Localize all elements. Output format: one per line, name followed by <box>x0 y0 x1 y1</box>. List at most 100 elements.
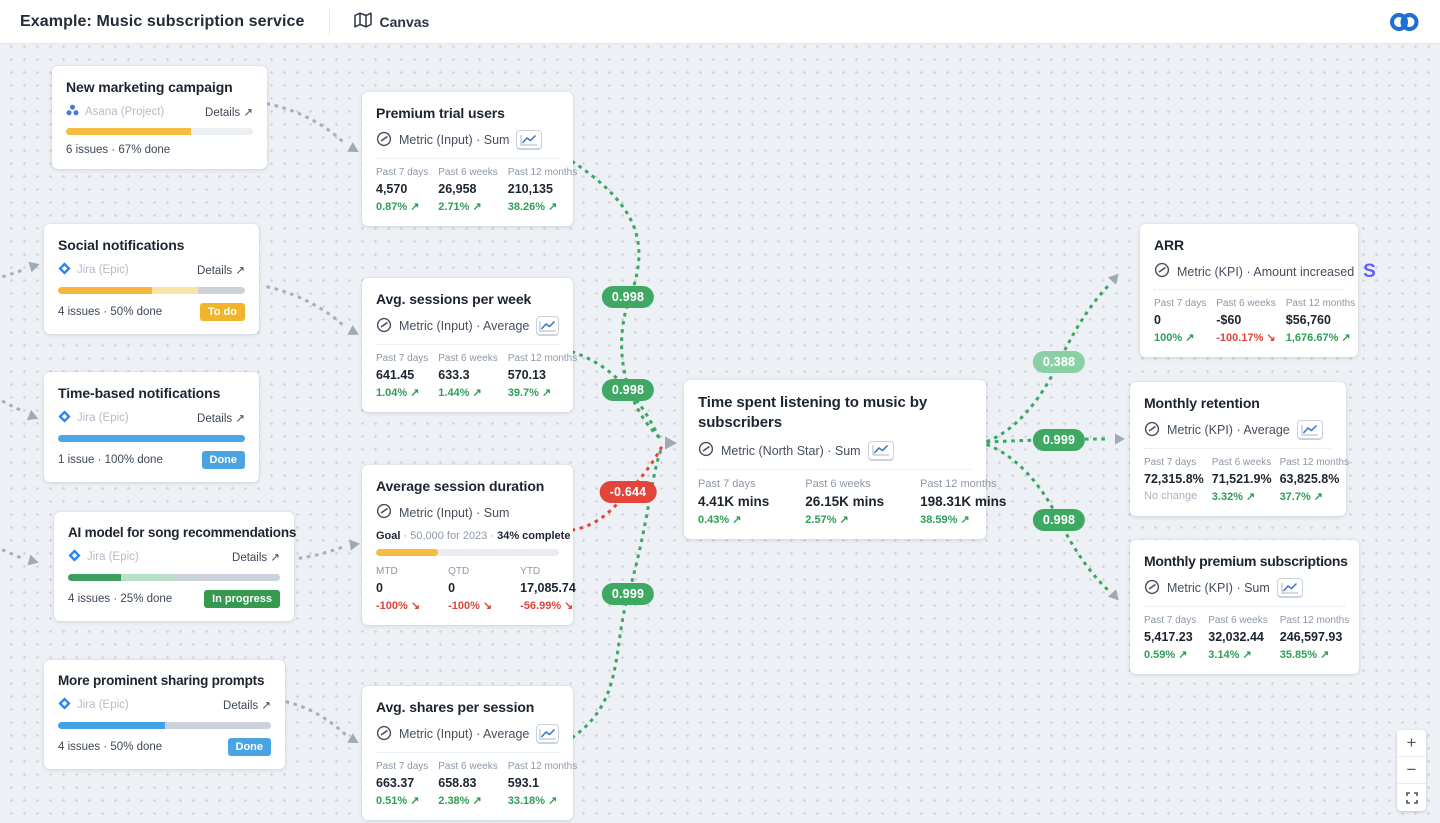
metric-value: 593.1 <box>508 776 577 790</box>
line-chart-icon[interactable] <box>1297 420 1323 440</box>
card-title: Time-based notifications <box>58 385 245 401</box>
metric-card-arr[interactable]: ARR Metric (KPI) · Amount increased S Pa… <box>1140 224 1358 357</box>
map-icon <box>354 12 372 31</box>
metric-delta: 39.7% ↗ <box>508 386 577 399</box>
period-label: Past 12 months <box>508 167 577 178</box>
correlation-badge[interactable]: 0.998 <box>602 286 654 308</box>
metric-value: 32,032.44 <box>1208 630 1267 644</box>
metric-delta: 37.7% ↗ <box>1280 490 1349 503</box>
asana-icon <box>66 104 79 119</box>
metric-value: 246,597.93 <box>1280 630 1349 644</box>
metric-card-avg-shares[interactable]: Avg. shares per session Metric (Input) ·… <box>362 686 573 820</box>
details-link[interactable]: Details ↗ <box>232 550 280 564</box>
line-chart-icon[interactable] <box>516 130 542 150</box>
metric-card-time-spent-listening[interactable]: Time spent listening to music by subscri… <box>684 380 986 539</box>
top-bar: Example: Music subscription service Canv… <box>0 0 1440 44</box>
metric-delta: 2.57% ↗ <box>805 513 884 526</box>
period-label: Past 6 weeks <box>438 353 497 364</box>
metric-value: 71,521.9% <box>1212 472 1272 486</box>
app-window: Example: Music subscription service Canv… <box>0 0 1440 823</box>
stripe-icon: S <box>1363 262 1376 281</box>
issues-summary: 4 issues · 50% done <box>58 306 162 318</box>
goal-progress-bar <box>376 549 559 556</box>
details-link[interactable]: Details ↗ <box>223 698 271 712</box>
metric-card-avg-session-duration[interactable]: Average session duration Metric (Input) … <box>362 465 573 625</box>
period-label: QTD <box>448 566 492 577</box>
details-link[interactable]: Details ↗ <box>197 411 245 425</box>
metric-delta: 0.51% ↗ <box>376 794 428 807</box>
metric-card-monthly-retention[interactable]: Monthly retention Metric (KPI) · Average… <box>1130 382 1346 516</box>
card-title: Monthly premium subscriptions <box>1144 553 1345 569</box>
tab-canvas[interactable]: Canvas <box>354 12 430 31</box>
gauge-icon <box>376 131 392 150</box>
status-badge: Done <box>228 738 272 756</box>
metric-delta: 2.71% ↗ <box>438 200 497 213</box>
metric-value: 26,958 <box>438 182 497 196</box>
gauge-icon <box>376 725 392 744</box>
correlation-badge[interactable]: 0.998 <box>1033 509 1085 531</box>
gauge-icon <box>376 503 392 522</box>
correlation-badge[interactable]: 0.999 <box>602 583 654 605</box>
divider <box>376 344 559 345</box>
details-link[interactable]: Details ↗ <box>205 105 253 119</box>
period-label: Past 7 days <box>1144 615 1196 626</box>
metric-subtitle: Metric (North Star) · Sum <box>721 444 861 458</box>
metric-card-avg-sessions[interactable]: Avg. sessions per week Metric (Input) · … <box>362 278 573 412</box>
metric-subtitle: Metric (KPI) · Amount increased <box>1177 265 1354 279</box>
details-link[interactable]: Details ↗ <box>197 263 245 277</box>
metric-delta: 1,676.67% ↗ <box>1286 331 1355 344</box>
progress-segment <box>165 722 272 729</box>
line-chart-icon[interactable] <box>868 441 894 461</box>
metric-delta: -56.99% ↘ <box>520 599 576 612</box>
metric-delta: 0.87% ↗ <box>376 200 428 213</box>
metric-value: $56,760 <box>1286 313 1355 327</box>
progress-segment <box>174 574 280 581</box>
metric-delta: 3.32% ↗ <box>1212 490 1272 503</box>
metric-value: 198.31K mins <box>920 494 1006 509</box>
card-title: AI model for song recommendations <box>68 525 280 540</box>
zoom-out-button[interactable]: − <box>1397 757 1426 784</box>
issues-summary: 1 issue · 100% done <box>58 454 163 466</box>
metric-card-monthly-premium-subscriptions[interactable]: Monthly premium subscriptions Metric (KP… <box>1130 540 1359 674</box>
status-badge: To do <box>200 303 245 321</box>
metric-card-premium-trial-users[interactable]: Premium trial users Metric (Input) · Sum… <box>362 92 573 226</box>
metric-subtitle: Metric (Input) · Average <box>399 319 529 333</box>
line-chart-icon[interactable] <box>536 724 559 744</box>
metric-delta: 38.59% ↗ <box>920 513 1006 526</box>
correlation-badge[interactable]: 0.999 <box>1033 429 1085 451</box>
work-card-time-based-notifications[interactable]: Time-based notifications Jira (Epic) Det… <box>44 372 259 482</box>
line-chart-icon[interactable] <box>536 316 559 336</box>
metric-subtitle: Metric (Input) · Sum <box>399 506 509 520</box>
status-badge: In progress <box>204 590 280 608</box>
work-card-new-marketing-campaign[interactable]: New marketing campaign Asana (Project) D… <box>52 66 267 169</box>
metric-subtitle: Metric (Input) · Sum <box>399 133 509 147</box>
period-label: Past 6 weeks <box>438 761 497 772</box>
progress-bar <box>66 128 253 135</box>
doubleloop-logo[interactable] <box>1388 9 1420 35</box>
metric-value: 5,417.23 <box>1144 630 1196 644</box>
period-label: Past 6 weeks <box>805 478 884 490</box>
metric-value: 4,570 <box>376 182 428 196</box>
metric-value: 570.13 <box>508 368 577 382</box>
work-card-social-notifications[interactable]: Social notifications Jira (Epic) Details… <box>44 224 259 334</box>
metric-delta: -100.17% ↘ <box>1216 331 1275 344</box>
progress-segment <box>58 722 165 729</box>
correlation-badge[interactable]: -0.644 <box>600 481 657 503</box>
jira-icon <box>58 262 71 278</box>
progress-segment <box>121 574 174 581</box>
correlation-badge[interactable]: 0.998 <box>602 379 654 401</box>
divider <box>1154 289 1344 290</box>
metric-value: -$60 <box>1216 313 1275 327</box>
metric-delta: -100% ↘ <box>448 599 492 612</box>
line-chart-icon[interactable] <box>1277 578 1303 598</box>
metric-value: 4.41K mins <box>698 494 769 509</box>
correlation-badge[interactable]: 0.388 <box>1033 351 1085 373</box>
period-label: Past 6 weeks <box>438 167 497 178</box>
work-card-sharing-prompts[interactable]: More prominent sharing prompts Jira (Epi… <box>44 660 285 769</box>
fit-view-button[interactable] <box>1397 784 1426 811</box>
work-card-ai-model[interactable]: AI model for song recommendations Jira (… <box>54 512 294 621</box>
card-title: Monthly retention <box>1144 395 1332 411</box>
zoom-in-button[interactable]: + <box>1397 730 1426 757</box>
metric-delta: 33.18% ↗ <box>508 794 577 807</box>
card-title: Social notifications <box>58 237 245 253</box>
